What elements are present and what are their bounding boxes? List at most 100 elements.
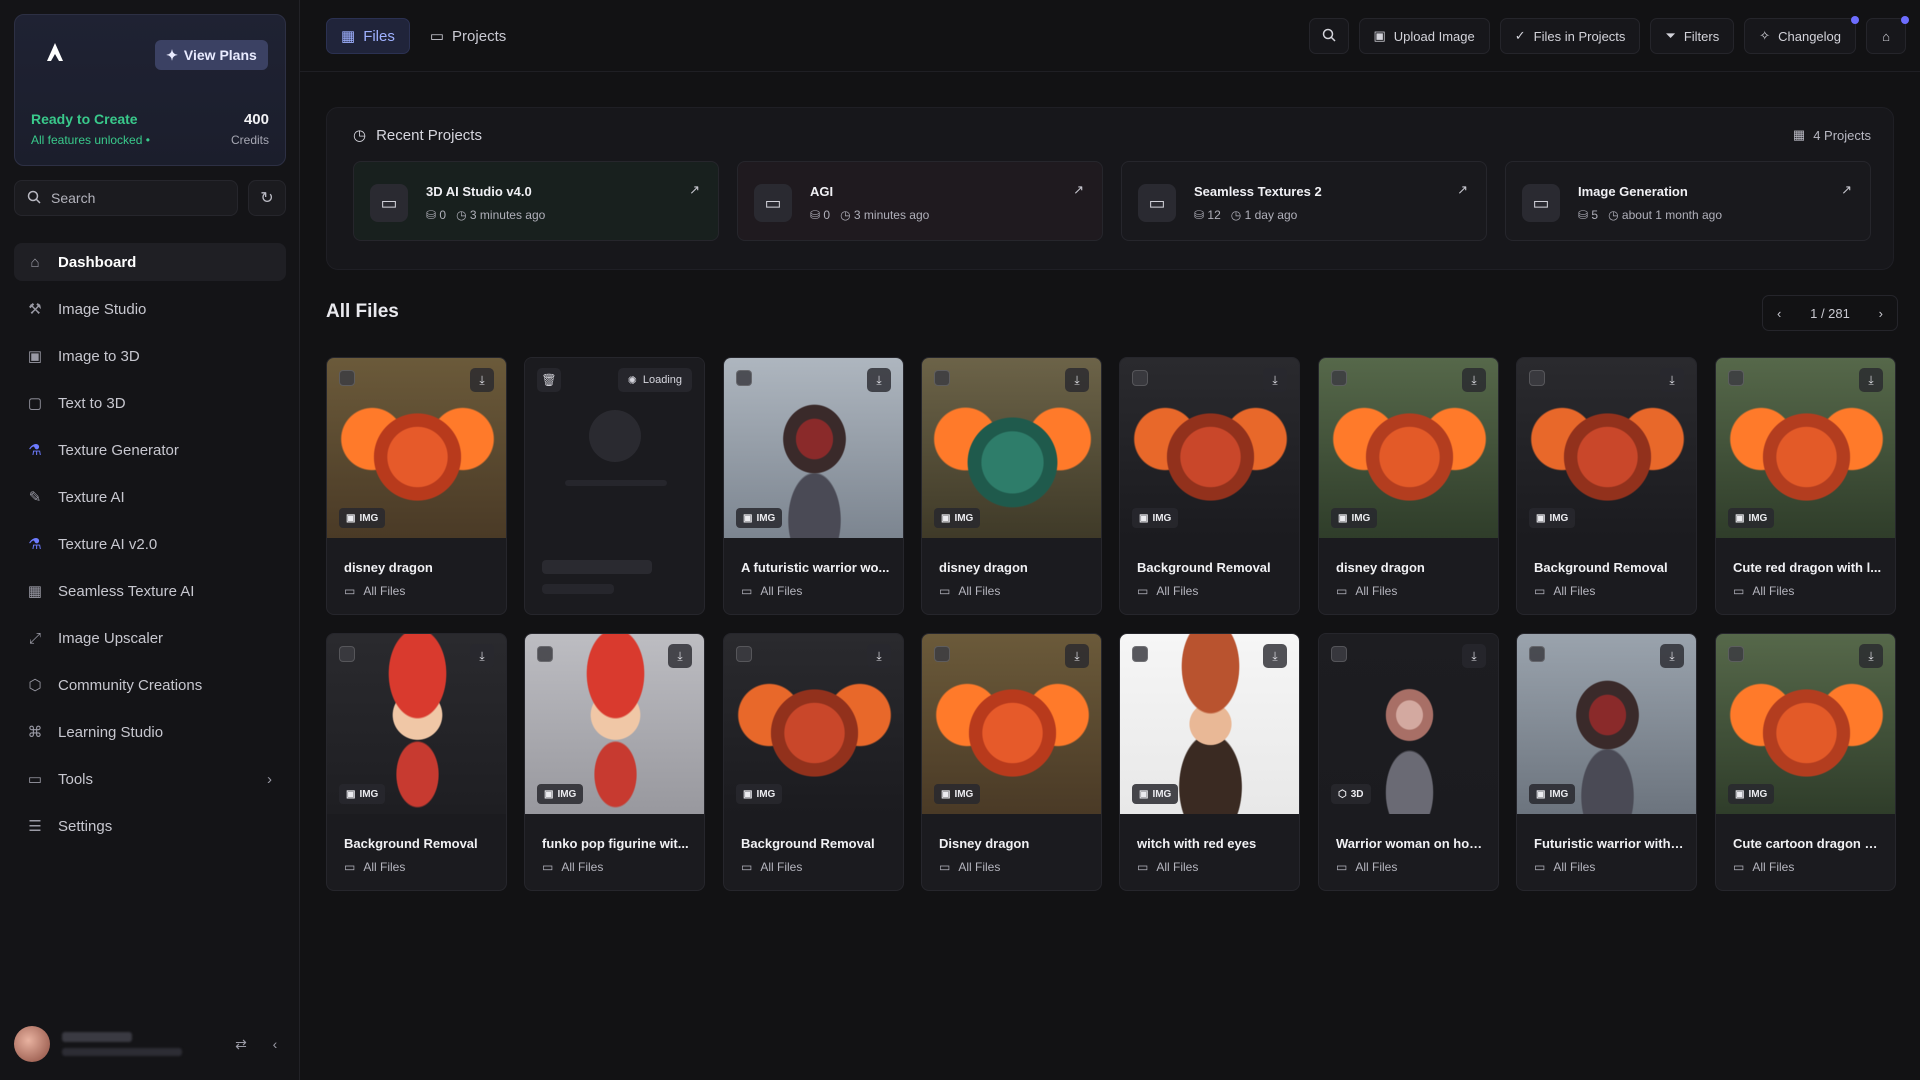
download-icon[interactable]: ⤓ [1660, 644, 1684, 668]
select-checkbox[interactable] [736, 646, 752, 662]
files-in-projects-toggle[interactable]: ✓ Files in Projects [1499, 18, 1641, 54]
prev-page-icon[interactable]: ‹ [1777, 306, 1781, 321]
sliders-icon[interactable]: ⇄ [230, 1036, 252, 1053]
file-card-loading[interactable]: 🗑 ✺ Loading [524, 357, 705, 615]
gift-button[interactable]: ⌂ [1866, 16, 1909, 54]
sidebar-item-image-upscaler[interactable]: ⤢ Image Upscaler [14, 619, 286, 657]
project-card[interactable]: ▭ Seamless Textures 2 ⛁ 12 ◷ 1 day ago ↗ [1121, 161, 1487, 241]
select-checkbox[interactable] [1728, 370, 1744, 386]
sidebar-item-texture-ai[interactable]: ✎ Texture AI [14, 478, 286, 516]
tab-files[interactable]: ▦ Files [326, 18, 410, 54]
download-icon[interactable]: ⤓ [1660, 368, 1684, 392]
notification-dot [1851, 16, 1859, 24]
file-card[interactable]: ⤓ ▣ IMG Background Removal ▭ All Files [1516, 357, 1697, 615]
sidebar-item-text-to-3d[interactable]: ▢ Text to 3D [14, 384, 286, 422]
folder-icon: ▭ [1137, 584, 1149, 598]
projects-count[interactable]: ▦ 4 Projects [1793, 127, 1871, 143]
sidebar-item-label: Texture AI [58, 488, 125, 506]
file-card[interactable]: ⤓ ▣ IMG Background Removal ▭ All Files [326, 633, 507, 891]
sidebar-item-learning-studio[interactable]: ⌘ Learning Studio [14, 713, 286, 751]
next-page-icon[interactable]: › [1879, 306, 1883, 321]
stack-icon: ⛁ [1578, 208, 1589, 222]
file-card[interactable]: ⤓ ▣ IMG witch with red eyes ▭ All Files [1119, 633, 1300, 891]
sidebar-item-community-creations[interactable]: ⬡ Community Creations [14, 666, 286, 704]
select-checkbox[interactable] [339, 646, 355, 662]
collapse-sidebar-icon[interactable]: ‹ [264, 1036, 286, 1052]
image-icon: ▣ [346, 512, 356, 524]
download-icon[interactable]: ⤓ [1065, 644, 1089, 668]
project-card[interactable]: ▭ Image Generation ⛁ 5 ◷ about 1 month a… [1505, 161, 1871, 241]
download-icon[interactable]: ⤓ [1462, 644, 1486, 668]
select-checkbox[interactable] [1331, 370, 1347, 386]
download-icon[interactable]: ⤓ [867, 644, 891, 668]
download-icon[interactable]: ⤓ [1859, 368, 1883, 392]
download-icon[interactable]: ⤓ [470, 368, 494, 392]
folder-icon: ▭ [344, 860, 356, 874]
select-checkbox[interactable] [934, 370, 950, 386]
select-checkbox[interactable] [1728, 646, 1744, 662]
sidebar-item-tools[interactable]: ▭ Tools › [14, 760, 286, 798]
file-card[interactable]: ⤓ ▣ IMG disney dragon ▭ All Files [921, 357, 1102, 615]
user-info-blurred [62, 1032, 218, 1056]
sidebar-item-texture-ai-v2[interactable]: ⚗ Texture AI v2.0 [14, 525, 286, 563]
sidebar-item-image-studio[interactable]: ⚒ Image Studio [14, 290, 286, 328]
refresh-button[interactable]: ↻ [248, 180, 286, 216]
project-card[interactable]: ▭ 3D AI Studio v4.0 ⛁ 0 ◷ 3 minutes ago … [353, 161, 719, 241]
select-checkbox[interactable] [339, 370, 355, 386]
download-icon[interactable]: ⤓ [470, 644, 494, 668]
file-card[interactable]: ⤓ ▣ IMG Background Removal ▭ All Files [723, 633, 904, 891]
user-profile[interactable]: ⇄ ‹ [14, 1022, 286, 1066]
open-arrow-icon[interactable]: ↗ [1841, 182, 1852, 198]
file-card[interactable]: ⤓ ⬡ 3D Warrior woman on hov... ▭ All Files [1318, 633, 1499, 891]
filters-button[interactable]: ⏷ Filters [1650, 18, 1735, 54]
select-checkbox[interactable] [934, 646, 950, 662]
file-card[interactable]: ⤓ ▣ IMG funko pop figurine wit... ▭ All Fi… [524, 633, 705, 891]
open-arrow-icon[interactable]: ↗ [1457, 182, 1468, 198]
folder-icon: ▭ [939, 584, 951, 598]
open-arrow-icon[interactable]: ↗ [689, 182, 700, 198]
file-title: Futuristic warrior with ... [1534, 836, 1684, 851]
topbar: ▦ Files ▭ Projects ▣ Upload Image ✓ File… [300, 0, 1920, 72]
select-checkbox[interactable] [1132, 370, 1148, 386]
search-input[interactable] [51, 190, 221, 206]
image-icon: ▣ [1536, 512, 1546, 524]
download-icon[interactable]: ⤓ [1065, 368, 1089, 392]
type-badge: ▣ IMG [537, 784, 584, 804]
changelog-button[interactable]: ✧ Changelog [1744, 16, 1859, 54]
sidebar-item-seamless-texture-ai[interactable]: ▦ Seamless Texture AI [14, 572, 286, 610]
sidebar-item-dashboard[interactable]: ⌂ Dashboard [14, 243, 286, 281]
trash-icon[interactable]: 🗑 [537, 368, 561, 392]
sidebar-item-texture-generator[interactable]: ⚗ Texture Generator [14, 431, 286, 469]
file-card[interactable]: ⤓ ▣ IMG Background Removal ▭ All Files [1119, 357, 1300, 615]
file-card[interactable]: ⤓ ▣ IMG Cute cartoon dragon w... ▭ All Fil… [1715, 633, 1896, 891]
sidebar-item-settings[interactable]: ☰ Settings [14, 807, 286, 845]
file-card[interactable]: ⤓ ▣ IMG disney dragon ▭ All Files [326, 357, 507, 615]
file-card[interactable]: ⤓ ▣ IMG disney dragon ▭ All Files [1318, 357, 1499, 615]
download-icon[interactable]: ⤓ [1263, 644, 1287, 668]
download-icon[interactable]: ⤓ [1462, 368, 1486, 392]
download-icon[interactable]: ⤓ [867, 368, 891, 392]
app-logo-icon[interactable] [41, 41, 69, 69]
file-card[interactable]: ⤓ ▣ IMG Cute red dragon with l... ▭ All Fi… [1715, 357, 1896, 615]
file-card[interactable]: ⤓ ▣ IMG A futuristic warrior wo... ▭ All F… [723, 357, 904, 615]
search-box[interactable] [14, 180, 238, 216]
search-button[interactable] [1308, 18, 1349, 54]
project-card[interactable]: ▭ AGI ⛁ 0 ◷ 3 minutes ago ↗ [737, 161, 1103, 241]
open-arrow-icon[interactable]: ↗ [1073, 182, 1084, 198]
select-checkbox[interactable] [1529, 646, 1545, 662]
tab-projects[interactable]: ▭ Projects [416, 18, 520, 54]
sidebar-item-image-to-3d[interactable]: ▣ Image to 3D [14, 337, 286, 375]
download-icon[interactable]: ⤓ [668, 644, 692, 668]
download-icon[interactable]: ⤓ [1859, 644, 1883, 668]
select-checkbox[interactable] [1529, 370, 1545, 386]
download-icon[interactable]: ⤓ [1263, 368, 1287, 392]
select-checkbox[interactable] [736, 370, 752, 386]
avatar[interactable] [14, 1026, 50, 1062]
file-card[interactable]: ⤓ ▣ IMG Disney dragon ▭ All Files [921, 633, 1102, 891]
select-checkbox[interactable] [1132, 646, 1148, 662]
view-plans-button[interactable]: ✦ View Plans [155, 40, 268, 70]
file-card[interactable]: ⤓ ▣ IMG Futuristic warrior with ... ▭ All … [1516, 633, 1697, 891]
select-checkbox[interactable] [537, 646, 553, 662]
upload-image-button[interactable]: ▣ Upload Image [1358, 18, 1490, 54]
select-checkbox[interactable] [1331, 646, 1347, 662]
